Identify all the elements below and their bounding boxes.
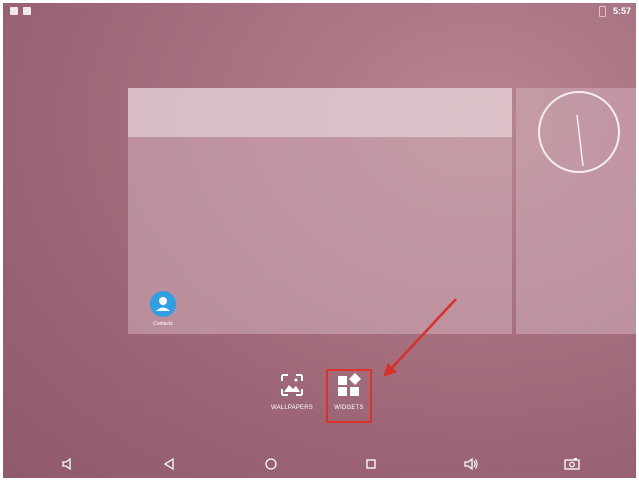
screenshot-icon[interactable]	[563, 456, 580, 472]
home-icon[interactable]	[263, 456, 279, 472]
recents-icon[interactable]	[363, 456, 379, 472]
back-icon[interactable]	[161, 456, 177, 472]
volume-up-icon[interactable]	[463, 456, 479, 472]
volume-down-icon[interactable]	[60, 456, 76, 472]
navigation-bar	[3, 450, 636, 478]
screen: 5:57 Contacts WALLPAPERS WIDGETS	[3, 3, 636, 478]
annotation-arrow	[383, 298, 457, 377]
